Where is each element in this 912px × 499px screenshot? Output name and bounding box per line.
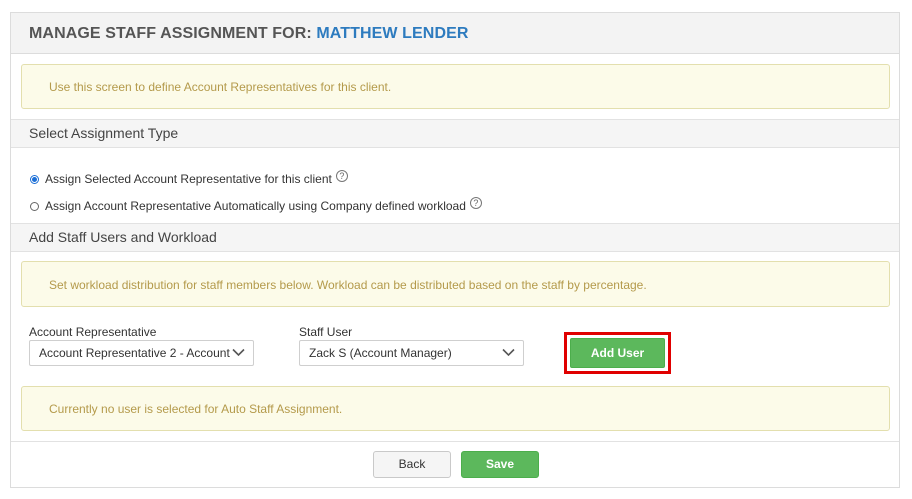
radio-option-auto-rep[interactable]: Assign Account Representative Automatica…: [30, 197, 482, 215]
add-user-highlight: Add User: [564, 332, 671, 374]
workload-note: Set workload distribution for staff memb…: [21, 261, 890, 307]
no-user-note-text: Currently no user is selected for Auto S…: [49, 402, 343, 416]
staff-section-title: Add Staff Users and Workload: [11, 223, 899, 252]
help-icon[interactable]: ?: [335, 170, 348, 182]
page-title: MANAGE STAFF ASSIGNMENT FOR: MATTHEW LEN…: [11, 13, 899, 54]
radio-selected-rep[interactable]: [30, 174, 39, 184]
save-button[interactable]: Save: [461, 451, 539, 478]
radio-option-selected-rep[interactable]: Assign Selected Account Representative f…: [30, 170, 348, 188]
workload-note-text: Set workload distribution for staff memb…: [49, 278, 647, 292]
account-rep-select-value: Account Representative 2 - Account: [39, 346, 230, 360]
assignment-type-section-title: Select Assignment Type: [11, 119, 899, 148]
no-user-note: Currently no user is selected for Auto S…: [21, 386, 890, 431]
staff-user-select[interactable]: Zack S (Account Manager): [299, 340, 524, 366]
chevron-down-icon: [502, 348, 515, 357]
add-user-button[interactable]: Add User: [570, 338, 665, 368]
staff-user-select-value: Zack S (Account Manager): [309, 346, 452, 360]
client-name: MATTHEW LENDER: [316, 25, 469, 42]
radio-auto-rep-label[interactable]: Assign Account Representative Automatica…: [45, 199, 466, 213]
account-rep-label: Account Representative: [29, 325, 157, 339]
intro-note: Use this screen to define Account Repres…: [21, 64, 890, 109]
staff-user-label: Staff User: [299, 325, 353, 339]
intro-note-text: Use this screen to define Account Repres…: [49, 80, 392, 94]
radio-selected-rep-label[interactable]: Assign Selected Account Representative f…: [45, 172, 332, 186]
account-rep-select[interactable]: Account Representative 2 - Account: [29, 340, 254, 366]
help-icon[interactable]: ?: [469, 197, 482, 209]
back-button[interactable]: Back: [373, 451, 451, 478]
staff-assignment-panel: MANAGE STAFF ASSIGNMENT FOR: MATTHEW LEN…: [10, 12, 900, 488]
radio-auto-rep[interactable]: [30, 201, 39, 211]
footer-actions: Back Save: [11, 441, 899, 487]
page-title-prefix: MANAGE STAFF ASSIGNMENT FOR:: [29, 25, 312, 42]
chevron-down-icon: [232, 348, 245, 357]
